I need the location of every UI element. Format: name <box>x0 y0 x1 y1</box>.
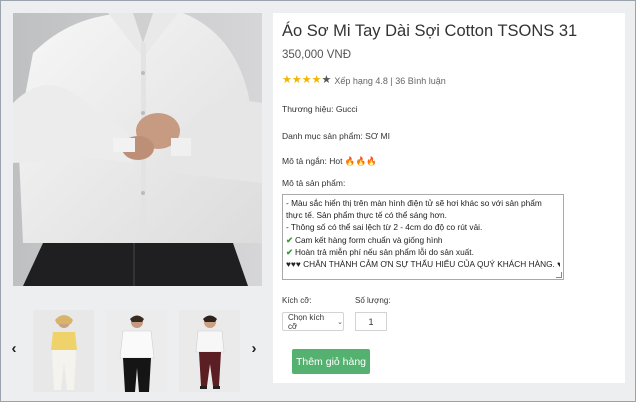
short-desc-label: Mô tả ngắn: <box>282 156 327 166</box>
check-icon: ✔ <box>286 234 293 245</box>
brand-value: Gucci <box>335 104 358 114</box>
thumbnail-strip: ‹ › <box>12 298 262 398</box>
check-icon: ✔ <box>286 246 293 257</box>
desc-line-2: - Thông số có thể sai lệch từ 2 - 4cm do… <box>286 222 483 233</box>
rating-text: Xếp hạng 4.8 | 36 Bình luận <box>334 75 446 86</box>
qty-label: Số lượng: <box>355 296 391 305</box>
rating-row: ★ ★ ★ ★ ★ Xếp hạng 4.8 | 36 Bình luận <box>282 75 446 86</box>
star-icon: ★ <box>301 74 312 86</box>
size-label: Kích cỡ: <box>282 296 312 305</box>
product-title: Áo Sơ Mi Tay Dài Sợi Cotton TSONS 31 <box>282 22 578 40</box>
desc-line-4: ✔ Hoàn trả miễn phí nếu sản phẩm lỗi do s… <box>286 246 560 258</box>
thumbnail-3[interactable] <box>179 310 240 392</box>
brand-label: Thương hiệu: <box>282 104 334 114</box>
category-label: Danh mục sản phẩm: <box>282 131 363 141</box>
star-empty-icon: ★ <box>321 74 332 86</box>
resize-handle-icon[interactable] <box>556 272 562 278</box>
thumbnail-1[interactable] <box>33 310 94 392</box>
desc-label: Mô tả sản phẩm: <box>282 178 346 188</box>
short-desc-row: Mô tả ngắn: Hot 🔥🔥🔥 <box>282 156 377 167</box>
chevron-down-icon: ⌄ <box>337 318 343 326</box>
product-info-panel: Áo Sơ Mi Tay Dài Sợi Cotton TSONS 31 350… <box>273 13 625 383</box>
star-icon: ★ <box>311 74 322 86</box>
star-icon: ★ <box>282 74 292 86</box>
add-to-cart-button[interactable]: Thêm giỏ hàng <box>292 349 370 374</box>
star-icon: ★ <box>291 74 302 86</box>
category-value: SƠ MI <box>365 131 390 141</box>
size-select-value: Chọn kích cỡ <box>288 312 325 331</box>
prev-arrow-icon[interactable]: ‹ <box>7 338 21 358</box>
product-price: 350,000 VNĐ <box>282 49 352 61</box>
brand-row: Thương hiệu: Gucci <box>282 104 358 114</box>
desc-line-5: ♥♥♥ CHÂN THÀNH CẢM ƠN SỰ THẤU HIỂU CỦA Q… <box>286 259 560 270</box>
desc-line-3-text: Cam kết hàng form chuẩn và giống hình <box>294 234 443 245</box>
size-select[interactable]: Chọn kích cỡ ⌄ <box>282 312 344 331</box>
quantity-input[interactable]: 1 <box>355 312 387 331</box>
main-product-image <box>13 13 262 286</box>
short-desc-value: Hot 🔥🔥🔥 <box>329 156 377 166</box>
category-row: Danh mục sản phẩm: SƠ MI <box>282 131 390 141</box>
star-rating: ★ ★ ★ ★ ★ <box>282 75 331 86</box>
desc-line-1: - Màu sắc hiển thị trên màn hình điện tử… <box>286 198 542 221</box>
next-arrow-icon[interactable]: › <box>247 338 261 358</box>
desc-line-3: ✔ Cam kết hàng form chuẩn và giống hình <box>286 234 560 246</box>
description-textarea[interactable]: - Màu sắc hiển thị trên màn hình điện tử… <box>282 194 564 280</box>
thumbnail-2[interactable] <box>106 310 167 392</box>
page-frame: ‹ › Áo Sơ Mi Tay Dài Sợi Cotton TSONS 31… <box>0 0 636 402</box>
desc-line-4-text: Hoàn trả miễn phí nếu sản phẩm lỗi do sả… <box>294 246 474 257</box>
